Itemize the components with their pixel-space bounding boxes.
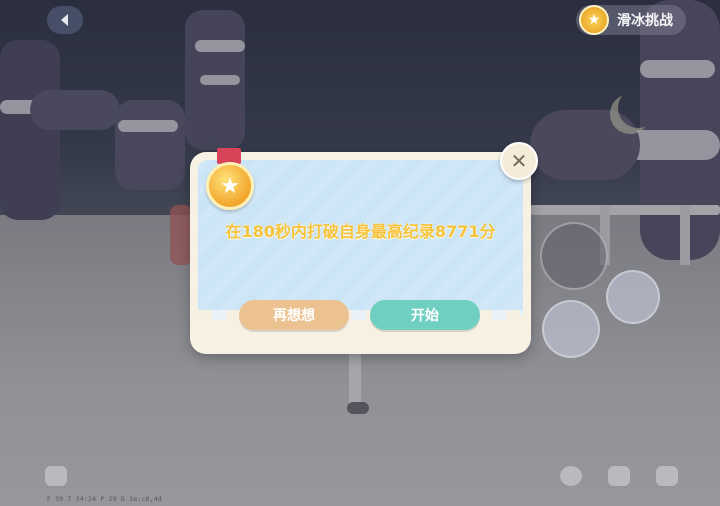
emote-icon[interactable] <box>560 466 582 486</box>
challenge-dialog: ★ 在180秒内打破自身最高纪录8771分 再想想 开始 <box>190 148 531 354</box>
slide-action-button[interactable] <box>606 270 660 324</box>
back-button[interactable] <box>47 6 83 34</box>
challenge-label: 滑冰挑战 <box>617 13 673 29</box>
chat-icon[interactable] <box>45 466 67 486</box>
star-medal-icon: ★ <box>206 162 254 210</box>
reconsider-label: 再想想 <box>273 308 315 324</box>
close-button[interactable]: ✕ <box>500 142 538 180</box>
start-label: 开始 <box>411 308 439 324</box>
start-button[interactable]: 开始 <box>370 300 480 330</box>
close-icon: ✕ <box>510 149 528 173</box>
debug-stats: F 30 T 34:24 P 29 D 1m:c8,4d <box>47 496 163 503</box>
skate-action-button[interactable] <box>542 300 600 358</box>
medal-star-icon: ★ <box>579 5 609 35</box>
challenge-message: 在180秒内打破自身最高纪录8771分 <box>225 222 496 241</box>
reconsider-button[interactable]: 再想想 <box>239 300 349 330</box>
photo-icon[interactable] <box>656 466 678 486</box>
camera-joystick[interactable] <box>540 222 608 290</box>
camera-icon[interactable] <box>608 466 630 486</box>
skating-challenge-button[interactable]: ★ 滑冰挑战 <box>576 5 686 35</box>
chevron-left-icon <box>61 14 68 26</box>
